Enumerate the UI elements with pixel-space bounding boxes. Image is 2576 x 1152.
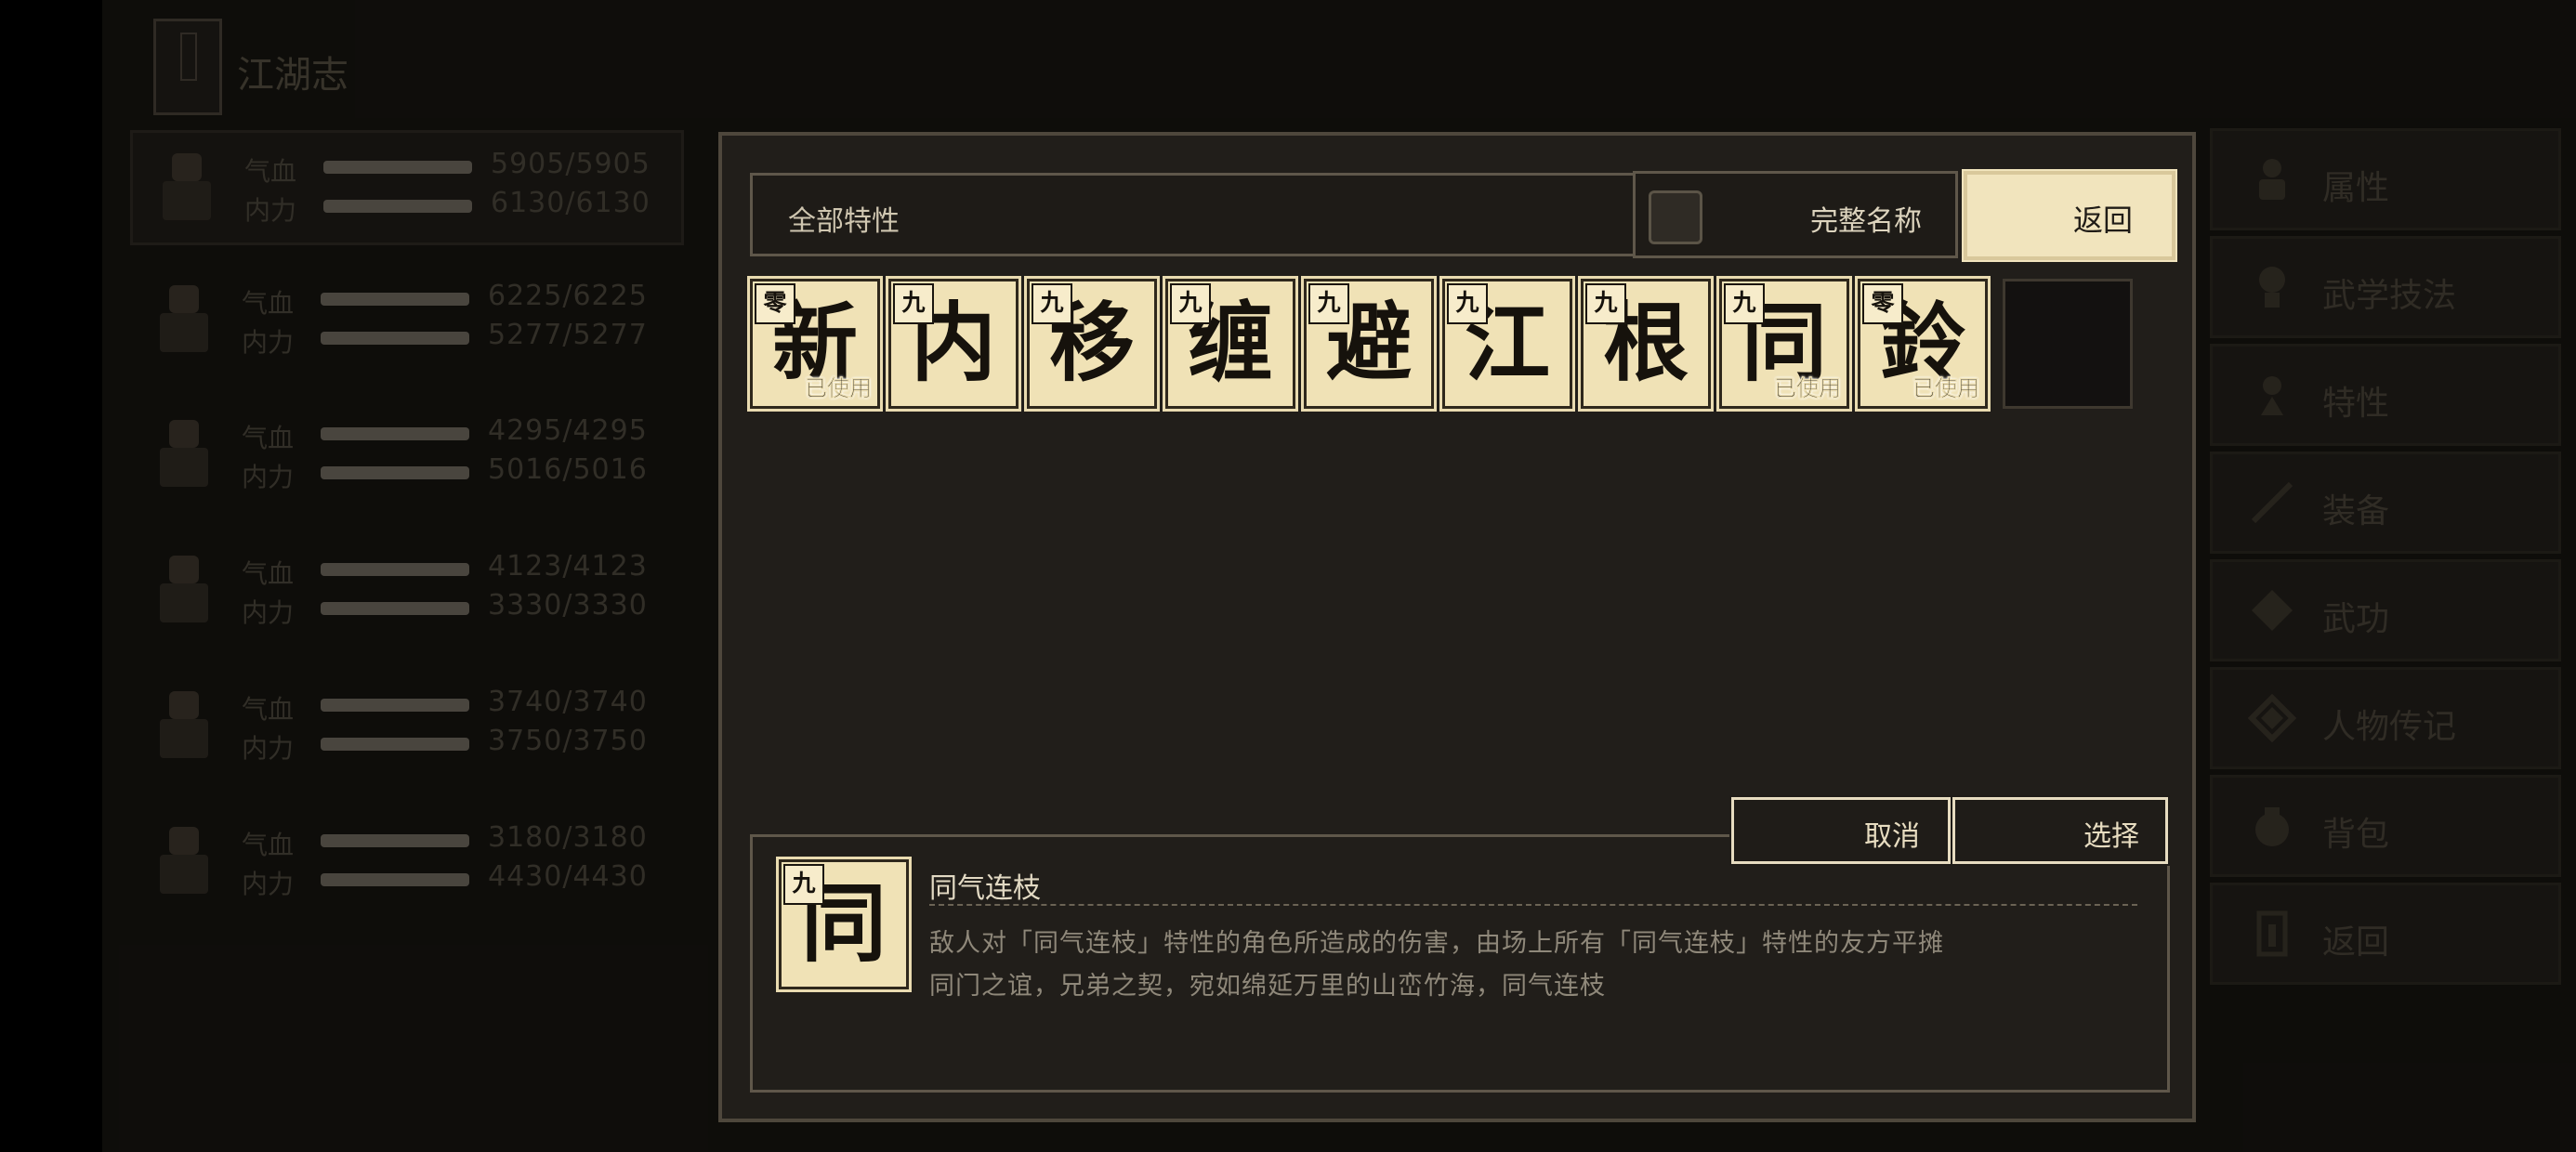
empty-trait-slot[interactable] bbox=[2003, 279, 2133, 409]
full-name-label: 完整名称 bbox=[1810, 205, 1922, 238]
cancel-button[interactable]: 取消 bbox=[1729, 795, 1952, 866]
filter-label: 全部特性 bbox=[788, 205, 900, 238]
trait-card[interactable]: 新 零 已使用 bbox=[747, 276, 883, 412]
used-stamp: 已使用 bbox=[1774, 375, 1842, 402]
trait-grade-badge: 九 bbox=[1447, 283, 1488, 324]
full-name-toggle[interactable]: 完整名称 bbox=[1633, 171, 1958, 258]
trait-card[interactable]: 移 九 bbox=[1024, 276, 1160, 412]
used-stamp: 已使用 bbox=[1912, 375, 1980, 402]
trait-grade-badge: 零 bbox=[1862, 283, 1903, 324]
trait-grade-badge: 零 bbox=[755, 283, 795, 324]
full-name-checkbox[interactable] bbox=[1649, 190, 1702, 244]
trait-effect-text: 敌人对「同气连枝」特性的角色所造成的伤害，由场上所有「同气连枝」特性的友方平摊 bbox=[929, 929, 1944, 958]
trait-grade-badge: 九 bbox=[1032, 283, 1072, 324]
trait-select-dialog: 全部特性 完整名称 返回 新 零 已使用 内 九 移 九 缠 九 避 九 江 九… bbox=[718, 132, 2196, 1122]
trait-grade-badge: 九 bbox=[1308, 283, 1349, 324]
trait-card[interactable]: 江 九 bbox=[1439, 276, 1575, 412]
trait-detail-panel: 同 九 同气连枝 敌人对「同气连枝」特性的角色所造成的伤害，由场上所有「同气连枝… bbox=[750, 834, 2170, 1093]
trait-card[interactable]: 内 九 bbox=[886, 276, 1021, 412]
divider bbox=[929, 904, 2137, 906]
trait-card[interactable]: 缠 九 bbox=[1163, 276, 1298, 412]
detail-trait-card: 同 九 bbox=[776, 857, 912, 992]
back-button[interactable]: 返回 bbox=[1962, 169, 2177, 262]
trait-grade-badge: 九 bbox=[1585, 283, 1626, 324]
select-label: 选择 bbox=[2083, 820, 2139, 853]
trait-card[interactable]: 同 九 已使用 bbox=[1716, 276, 1852, 412]
select-button[interactable]: 选择 bbox=[1951, 795, 2170, 866]
cancel-label: 取消 bbox=[1864, 820, 1920, 853]
trait-grade-badge: 九 bbox=[1170, 283, 1211, 324]
trait-card[interactable]: 根 九 bbox=[1578, 276, 1714, 412]
trait-filter-dropdown[interactable]: 全部特性 bbox=[750, 173, 1649, 256]
trait-card[interactable]: 避 九 bbox=[1301, 276, 1437, 412]
detail-grade-badge: 九 bbox=[783, 864, 824, 905]
trait-grade-badge: 九 bbox=[893, 283, 934, 324]
used-stamp: 已使用 bbox=[805, 375, 873, 402]
trait-flavor-text: 同门之谊，兄弟之契，宛如绵延万里的山峦竹海，同气连枝 bbox=[929, 972, 1606, 1001]
trait-grade-badge: 九 bbox=[1724, 283, 1765, 324]
trait-card[interactable]: 鈴 零 已使用 bbox=[1855, 276, 1991, 412]
trait-name: 同气连枝 bbox=[929, 872, 1041, 905]
back-label: 返回 bbox=[2072, 203, 2133, 238]
